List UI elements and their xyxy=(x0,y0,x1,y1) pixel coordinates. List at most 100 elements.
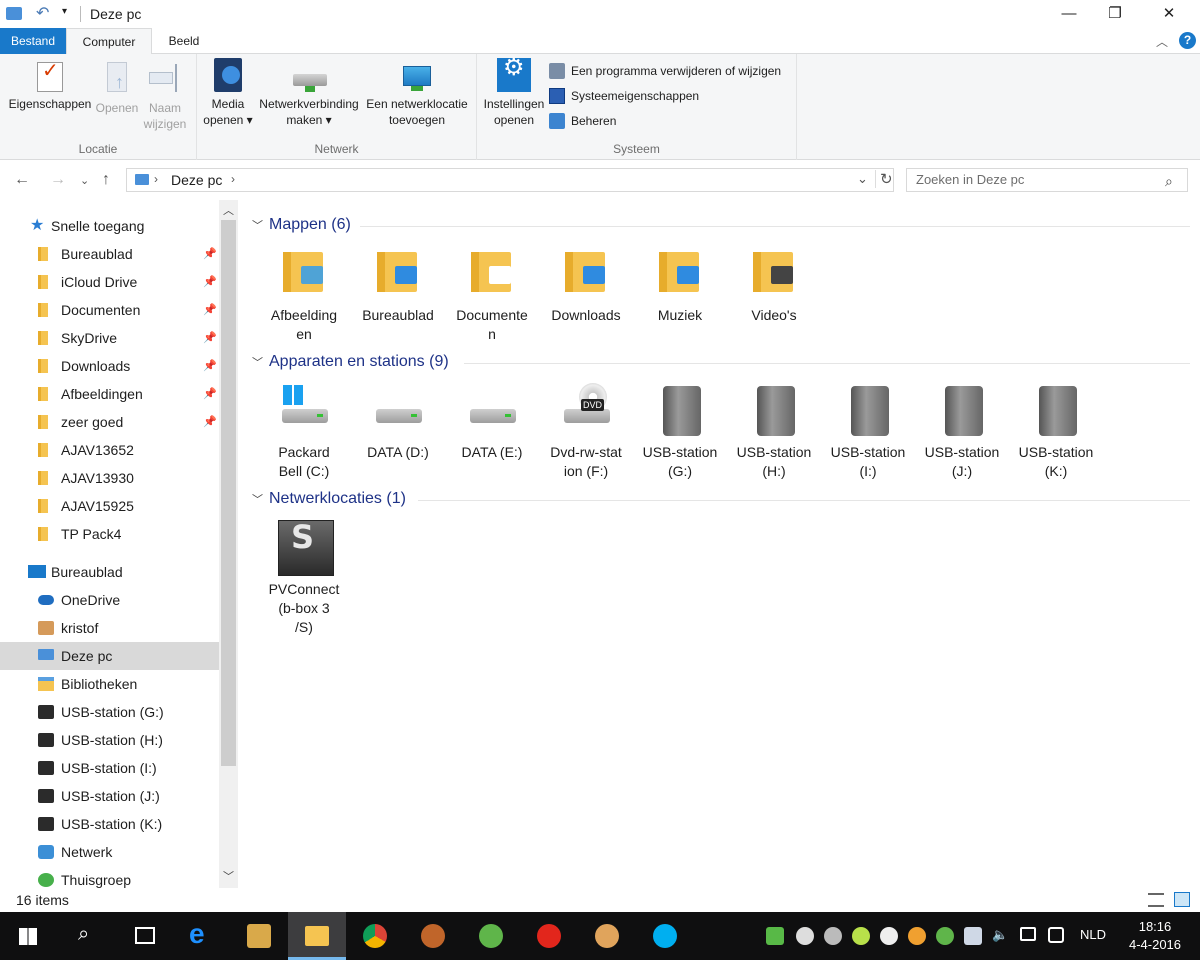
folder-tile[interactable]: Downloads xyxy=(544,246,628,325)
clock[interactable]: 18:16 4-4-2016 xyxy=(1120,918,1190,954)
address-dropdown-icon[interactable]: ⌄ xyxy=(857,171,868,187)
folder-tile[interactable]: Muziek xyxy=(638,246,722,325)
pin-icon[interactable]: 📌 xyxy=(203,408,217,436)
back-arrow-icon[interactable]: ← xyxy=(14,171,30,189)
cloud-tray-icon[interactable] xyxy=(824,927,842,945)
details-view-icon[interactable] xyxy=(1148,893,1164,907)
close-button[interactable]: ✕ xyxy=(1146,0,1192,28)
app-taskbar-button[interactable] xyxy=(520,912,578,960)
naam-wijzigen-button[interactable]: Naam wijzigen xyxy=(140,58,190,132)
app-taskbar-button[interactable] xyxy=(230,912,288,960)
pin-icon[interactable]: 📌 xyxy=(203,240,217,268)
programma-verwijderen-button[interactable]: Een programma verwijderen of wijzigen xyxy=(549,60,781,82)
folder-tile[interactable]: Afbeelding en xyxy=(262,246,346,344)
nav-scrollbar[interactable]: ︿ ﹀ xyxy=(219,200,238,888)
section-devices-header[interactable]: ﹀ Apparaten en stations (9) xyxy=(252,350,449,374)
start-button[interactable] xyxy=(0,912,58,960)
section-folders-header[interactable]: ﹀ Mappen (6) xyxy=(252,213,351,237)
scroll-down-icon[interactable]: ﹀ xyxy=(223,868,234,884)
breadcrumb-this-pc[interactable]: Deze pc xyxy=(171,172,222,188)
edge-taskbar-button[interactable]: e xyxy=(172,912,230,960)
skype-taskbar-button[interactable] xyxy=(636,912,694,960)
pin-icon[interactable]: 📌 xyxy=(203,324,217,352)
scroll-up-icon[interactable]: ︿ xyxy=(223,202,234,218)
refresh-icon[interactable]: ↻ xyxy=(875,170,893,188)
network-tray-icon[interactable] xyxy=(964,927,982,945)
utorrent-tray-icon[interactable] xyxy=(936,927,954,945)
nav-root-item-selected[interactable]: Deze pc xyxy=(0,642,219,670)
breadcrumb-chevron-icon[interactable]: › xyxy=(231,172,235,186)
folder-tile[interactable]: Bureaublad xyxy=(356,246,440,325)
app-taskbar-button[interactable] xyxy=(578,912,636,960)
pin-icon[interactable]: 📌 xyxy=(203,352,217,380)
pin-icon[interactable]: 📌 xyxy=(203,296,217,324)
nav-recent-item[interactable]: TP Pack4 xyxy=(0,520,219,548)
collapse-ribbon-icon[interactable]: ︿ xyxy=(1156,33,1168,50)
tab-beeld[interactable]: Beeld xyxy=(152,28,216,54)
device-tile[interactable]: DATA (D:) xyxy=(356,383,440,462)
nav-root-item[interactable]: Thuisgroep xyxy=(0,866,219,888)
tray-app-icon[interactable] xyxy=(880,927,898,945)
nav-root-item[interactable]: USB-station (G:) xyxy=(0,698,219,726)
nav-pinned-item[interactable]: iCloud Drive 📌 xyxy=(0,268,219,296)
help-button[interactable]: ? xyxy=(1179,32,1196,49)
device-tile[interactable]: Packard Bell (C:) xyxy=(262,383,346,481)
nav-quick-access[interactable]: ★ Snelle toegang xyxy=(0,212,219,240)
netwerkverbinding-button[interactable]: Netwerkverbinding maken ▾ xyxy=(255,58,363,128)
nav-root-item[interactable]: USB-station (K:) xyxy=(0,810,219,838)
chrome-taskbar-button[interactable] xyxy=(346,912,404,960)
nav-pinned-item[interactable]: Bureaublad 📌 xyxy=(0,240,219,268)
nav-pinned-item[interactable]: Downloads 📌 xyxy=(0,352,219,380)
nav-root-item[interactable]: USB-station (I:) xyxy=(0,754,219,782)
recent-locations-icon[interactable]: ⌄ xyxy=(80,174,89,187)
task-view-button[interactable] xyxy=(116,912,174,960)
nav-recent-item[interactable]: AJAV13930 xyxy=(0,464,219,492)
device-tile[interactable]: USB-station (J:) xyxy=(920,383,1004,481)
tray-app-icon[interactable] xyxy=(908,927,926,945)
section-network-header[interactable]: ﹀ Netwerklocaties (1) xyxy=(252,487,406,511)
minimize-button[interactable]: — xyxy=(1046,0,1092,28)
nav-root-item[interactable]: USB-station (H:) xyxy=(0,726,219,754)
media-openen-button[interactable]: Media openen ▾ xyxy=(201,58,255,128)
pin-icon[interactable]: 📌 xyxy=(203,268,217,296)
device-tile[interactable]: USB-station (G:) xyxy=(638,383,722,481)
device-tile[interactable]: DATA (E:) xyxy=(450,383,534,462)
tab-computer[interactable]: Computer xyxy=(66,28,152,55)
action-center-icon[interactable] xyxy=(1048,927,1064,943)
search-taskbar-button[interactable]: ⌕ xyxy=(58,912,116,960)
address-bar[interactable]: › Deze pc › ⌄ ↻ xyxy=(126,168,894,192)
nav-recent-item[interactable]: AJAV13652 xyxy=(0,436,219,464)
pin-icon[interactable]: 📌 xyxy=(203,380,217,408)
nav-pinned-item[interactable]: SkyDrive 📌 xyxy=(0,324,219,352)
quick-access-dropdown-icon[interactable]: ▾ xyxy=(62,6,67,17)
nvidia-tray-icon[interactable] xyxy=(766,927,784,945)
volume-tray-icon[interactable]: 🔈 xyxy=(992,927,1010,945)
language-indicator[interactable]: NLD xyxy=(1080,927,1106,942)
nav-pinned-item[interactable]: zeer goed 📌 xyxy=(0,408,219,436)
nav-root-item[interactable]: Bureaublad xyxy=(0,558,219,586)
folder-tile[interactable]: Documente n xyxy=(450,246,534,344)
beheren-button[interactable]: Beheren xyxy=(549,110,616,132)
maximize-button[interactable]: ❐ xyxy=(1092,0,1138,28)
nav-root-item[interactable]: USB-station (J:) xyxy=(0,782,219,810)
openen-button[interactable]: ↑ Openen xyxy=(94,58,140,116)
nav-scroll-thumb[interactable] xyxy=(221,220,236,766)
forward-arrow-icon[interactable]: → xyxy=(50,171,66,189)
nav-root-item[interactable]: Bibliotheken xyxy=(0,670,219,698)
tray-app-icon[interactable] xyxy=(796,927,814,945)
device-tile[interactable]: USB-station (H:) xyxy=(732,383,816,481)
nav-pinned-item[interactable]: Documenten 📌 xyxy=(0,296,219,324)
folder-tile[interactable]: Video's xyxy=(732,246,816,325)
file-explorer-taskbar-button[interactable] xyxy=(288,912,346,960)
device-tile[interactable]: USB-station (K:) xyxy=(1014,383,1098,481)
device-tile[interactable]: USB-station (I:) xyxy=(826,383,910,481)
search-input[interactable]: Zoeken in Deze pc ⌕ xyxy=(906,168,1188,192)
eigenschappen-button[interactable]: ✓ Eigenschappen xyxy=(6,58,94,112)
explorer-app-icon[interactable] xyxy=(6,7,22,20)
large-icons-view-icon[interactable] xyxy=(1174,892,1190,907)
systeemeigenschappen-button[interactable]: Systeemeigenschappen xyxy=(549,85,699,107)
netwerklocatie-toevoegen-button[interactable]: Een netwerklocatie toevoegen xyxy=(363,58,471,128)
nav-pinned-item[interactable]: Afbeeldingen 📌 xyxy=(0,380,219,408)
nav-recent-item[interactable]: AJAV15925 xyxy=(0,492,219,520)
nav-root-item[interactable]: Netwerk xyxy=(0,838,219,866)
